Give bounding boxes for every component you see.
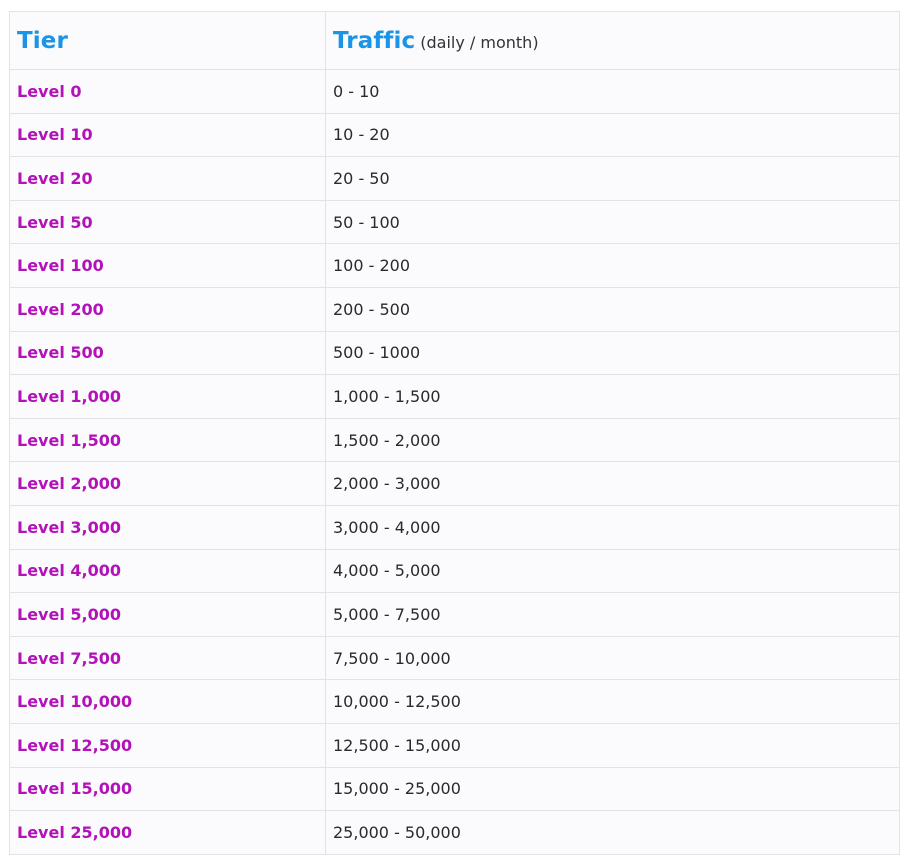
tier-header-label: Tier: [17, 27, 68, 54]
table-row: Level 1,000 1,000 - 1,500: [9, 374, 900, 419]
table-row: Level 7,500 7,500 - 10,000: [9, 635, 900, 681]
table-row: Level 3,000 3,000 - 4,000: [9, 504, 900, 550]
traffic-cell: 1,000 - 1,500: [325, 374, 900, 419]
table-row: Level 500 500 - 1000: [9, 330, 900, 376]
traffic-cell: 12,500 - 15,000: [325, 722, 900, 768]
traffic-cell: 0 - 10: [325, 69, 900, 114]
table-row: Level 200 200 - 500: [9, 286, 900, 332]
traffic-cell: 15,000 - 25,000: [325, 766, 900, 812]
tier-cell: Level 50: [9, 199, 326, 245]
traffic-cell: 10,000 - 12,500: [325, 679, 900, 724]
traffic-cell: 100 - 200: [325, 243, 900, 288]
tier-cell: Level 2,000: [9, 461, 326, 506]
traffic-cell: 50 - 100: [325, 199, 900, 245]
table-body: Level 00 - 10 Level 10 10 - 20 Level 20 20 -…: [9, 69, 900, 855]
table-row: Level 100 100 - 200: [9, 243, 900, 288]
tier-cell: Level 200: [9, 286, 326, 332]
traffic-cell: 10 - 20: [325, 112, 900, 158]
traffic-cell: 1,500 - 2,000: [325, 417, 900, 463]
table-row: Level 2,000 2,000 - 3,000: [9, 461, 900, 506]
table-row: Level 12,500 12,500 - 15,000: [9, 722, 900, 768]
traffic-header-unit: (daily / month): [420, 32, 539, 52]
tier-cell: Level 0: [9, 69, 326, 114]
table-row: Level 15,000 15,000 - 25,000: [9, 766, 900, 812]
traffic-cell: 7,500 - 10,000: [325, 635, 900, 681]
traffic-column-header: Traffic (daily / month): [325, 11, 900, 70]
tier-cell: Level 15,000: [9, 766, 326, 812]
header-row: Tier Traffic (daily / month): [9, 11, 900, 70]
tier-cell: Level 3,000: [9, 504, 326, 550]
tier-cell: Level 10,000: [9, 679, 326, 724]
table-row: Level 00 - 10: [9, 69, 900, 114]
tier-cell: Level 25,000: [9, 810, 326, 855]
tier-cell: Level 12,500: [9, 722, 326, 768]
tier-cell: Level 4,000: [9, 548, 326, 594]
tier-traffic-table: Tier Traffic (daily / month) Level 00 - 1…: [9, 11, 900, 855]
traffic-cell: 4,000 - 5,000: [325, 548, 900, 594]
traffic-header-label: Traffic: [333, 27, 416, 54]
table-header: Tier Traffic (daily / month): [9, 11, 900, 70]
tier-cell: Level 20: [9, 156, 326, 201]
traffic-cell: 200 - 500: [325, 286, 900, 332]
table-row: Level 25,000 25,000 - 50,000: [9, 810, 900, 855]
tier-cell: Level 1,000: [9, 374, 326, 419]
traffic-cell: 5,000 - 7,500: [325, 592, 900, 637]
tier-table-container: Tier Traffic (daily / month) Level 00 - 1…: [9, 11, 900, 855]
traffic-cell: 25,000 - 50,000: [325, 810, 900, 855]
tier-cell: Level 500: [9, 330, 326, 376]
table-row: Level 1,500 1,500 - 2,000: [9, 417, 900, 463]
tier-cell: Level 100: [9, 243, 326, 288]
tier-column-header: Tier: [9, 11, 326, 70]
table-row: Level 10 10 - 20: [9, 112, 900, 158]
table-row: Level 50 50 - 100: [9, 199, 900, 245]
table-row: Level 5,000 5,000 - 7,500: [9, 592, 900, 637]
traffic-cell: 2,000 - 3,000: [325, 461, 900, 506]
table-row: Level 10,000 10,000 - 12,500: [9, 679, 900, 724]
tier-cell: Level 7,500: [9, 635, 326, 681]
tier-cell: Level 5,000: [9, 592, 326, 637]
table-row: Level 4,000 4,000 - 5,000: [9, 548, 900, 594]
table-row: Level 20 20 - 50: [9, 156, 900, 201]
traffic-cell: 3,000 - 4,000: [325, 504, 900, 550]
tier-cell: Level 10: [9, 112, 326, 158]
traffic-cell: 20 - 50: [325, 156, 900, 201]
traffic-cell: 500 - 1000: [325, 330, 900, 376]
tier-cell: Level 1,500: [9, 417, 326, 463]
